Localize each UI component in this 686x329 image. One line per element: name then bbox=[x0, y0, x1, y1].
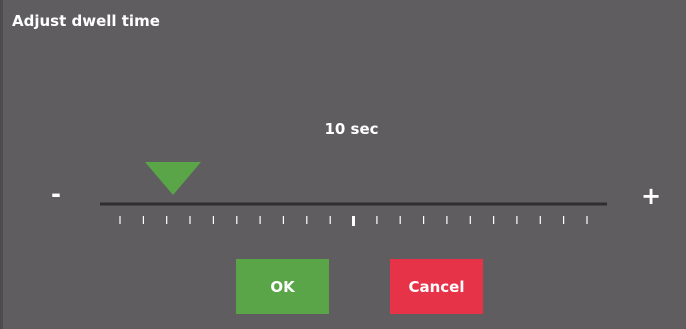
dialog-left-border bbox=[0, 0, 3, 329]
ok-button[interactable]: OK bbox=[236, 259, 329, 314]
dwell-time-slider[interactable] bbox=[100, 155, 610, 235]
slider-ticks bbox=[119, 216, 588, 226]
slider-thumb[interactable] bbox=[145, 162, 202, 195]
dialog-title: Adjust dwell time bbox=[12, 12, 160, 30]
cancel-button[interactable]: Cancel bbox=[390, 259, 483, 314]
decrease-button[interactable]: - bbox=[41, 180, 71, 208]
increase-button[interactable]: + bbox=[636, 182, 666, 210]
adjust-dwell-time-dialog: Adjust dwell time 10 sec - + OK Cancel bbox=[0, 0, 686, 329]
dwell-time-value: 10 sec bbox=[324, 120, 379, 138]
